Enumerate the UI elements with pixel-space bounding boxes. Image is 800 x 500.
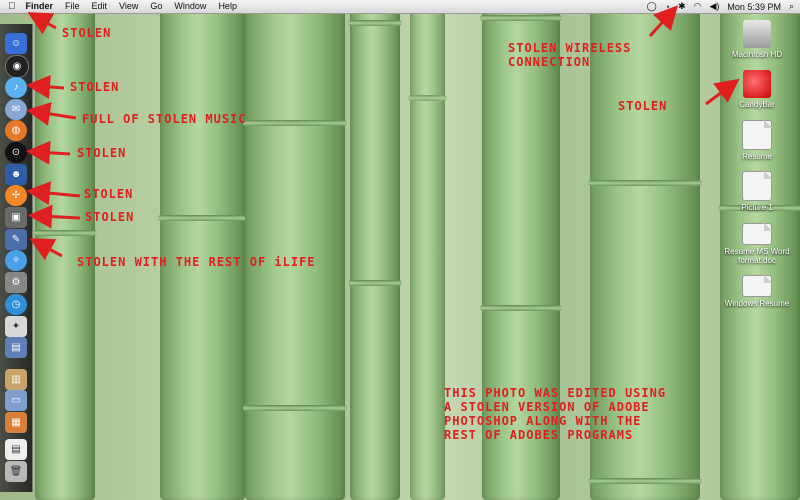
arrow — [27, 12, 57, 35]
annotation-text: THIS PHOTO WAS EDITED USING A STOLEN VER… — [444, 386, 667, 442]
annotation-arrows — [26, 5, 740, 261]
annotation-text: STOLEN — [70, 80, 120, 94]
annotation-text: FULL OF STOLEN MUSIC — [82, 112, 247, 126]
annotation-text: STOLEN WIRELESS CONNECTION — [508, 41, 632, 69]
arrow — [28, 204, 81, 229]
arrow — [29, 238, 63, 261]
annotation-text: STOLEN WITH THE REST OF iLIFE — [77, 255, 316, 269]
arrow — [26, 74, 65, 99]
arrow — [26, 181, 81, 206]
annotation-text: STOLEN — [84, 187, 134, 201]
arrow — [705, 78, 740, 106]
arrow — [26, 102, 77, 126]
annotation-text: STOLEN — [77, 146, 127, 160]
annotation-text: STOLEN — [85, 210, 135, 224]
arrow — [648, 5, 679, 38]
annotation-text: STOLEN — [618, 99, 668, 113]
arrow — [26, 140, 71, 165]
annotation-text: STOLEN — [62, 26, 112, 40]
